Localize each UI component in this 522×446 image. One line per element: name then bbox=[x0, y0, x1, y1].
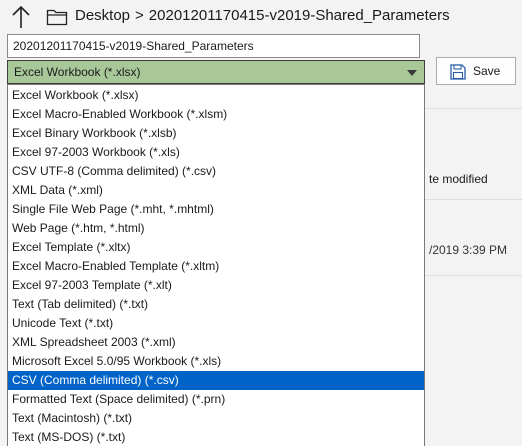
divider bbox=[425, 108, 522, 109]
dropdown-option[interactable]: Single File Web Page (*.mht, *.mhtml) bbox=[8, 200, 424, 219]
dropdown-option[interactable]: Text (Tab delimited) (*.txt) bbox=[8, 295, 424, 314]
filename-input[interactable]: 20201201170415-v2019-Shared_Parameters bbox=[7, 34, 420, 58]
dropdown-option[interactable]: XML Spreadsheet 2003 (*.xml) bbox=[8, 333, 424, 352]
dropdown-option[interactable]: Excel 97-2003 Workbook (*.xls) bbox=[8, 143, 424, 162]
dropdown-option[interactable]: Excel Macro-Enabled Workbook (*.xlsm) bbox=[8, 105, 424, 124]
navigation-bar: Desktop >20201201170415-v2019-Shared_Para… bbox=[0, 0, 522, 34]
save-as-type-dropdown: Excel Workbook (*.xlsx) Excel Macro-Enabl… bbox=[7, 84, 425, 446]
save-icon bbox=[450, 64, 466, 80]
date-modified-column-header[interactable]: te modified bbox=[429, 172, 488, 186]
save-button-label: Save bbox=[473, 64, 501, 78]
dropdown-option[interactable]: Unicode Text (*.txt) bbox=[8, 314, 424, 333]
dropdown-option[interactable]: Excel Macro-Enabled Template (*.xltm) bbox=[8, 257, 424, 276]
file-list-panel: te modified /2019 3:39 PM bbox=[425, 92, 522, 446]
divider bbox=[425, 199, 522, 200]
dropdown-option[interactable]: Excel 97-2003 Template (*.xlt) bbox=[8, 276, 424, 295]
breadcrumb: Desktop >20201201170415-v2019-Shared_Para… bbox=[75, 7, 450, 24]
save-as-type-value: Excel Workbook (*.xlsx) bbox=[14, 65, 141, 79]
save-button[interactable]: Save bbox=[436, 57, 516, 85]
dropdown-option[interactable]: Excel Binary Workbook (*.xlsb) bbox=[8, 124, 424, 143]
dropdown-option[interactable]: Excel Template (*.xltx) bbox=[8, 238, 424, 257]
dropdown-option[interactable]: CSV (Comma delimited) (*.csv) bbox=[8, 371, 424, 390]
dropdown-option[interactable]: CSV UTF-8 (Comma delimited) (*.csv) bbox=[8, 162, 424, 181]
dropdown-option[interactable]: Excel Workbook (*.xlsx) bbox=[8, 86, 424, 105]
divider bbox=[425, 275, 522, 276]
breadcrumb-folder[interactable]: 20201201170415-v2019-Shared_Parameters bbox=[149, 7, 450, 24]
folder-icon bbox=[46, 9, 68, 26]
dropdown-option[interactable]: Text (MS-DOS) (*.txt) bbox=[8, 428, 424, 446]
chevron-down-icon[interactable] bbox=[407, 70, 417, 76]
breadcrumb-separator: > bbox=[135, 7, 144, 24]
up-arrow-icon[interactable] bbox=[9, 4, 33, 30]
save-as-type-select[interactable]: Excel Workbook (*.xlsx) bbox=[7, 60, 425, 84]
file-row-date[interactable]: /2019 3:39 PM bbox=[429, 243, 507, 257]
dropdown-option[interactable]: Microsoft Excel 5.0/95 Workbook (*.xls) bbox=[8, 352, 424, 371]
dropdown-option[interactable]: Formatted Text (Space delimited) (*.prn) bbox=[8, 390, 424, 409]
dropdown-option[interactable]: Text (Macintosh) (*.txt) bbox=[8, 409, 424, 428]
dropdown-option[interactable]: XML Data (*.xml) bbox=[8, 181, 424, 200]
breadcrumb-desktop[interactable]: Desktop bbox=[75, 7, 130, 24]
dropdown-option[interactable]: Web Page (*.htm, *.html) bbox=[8, 219, 424, 238]
